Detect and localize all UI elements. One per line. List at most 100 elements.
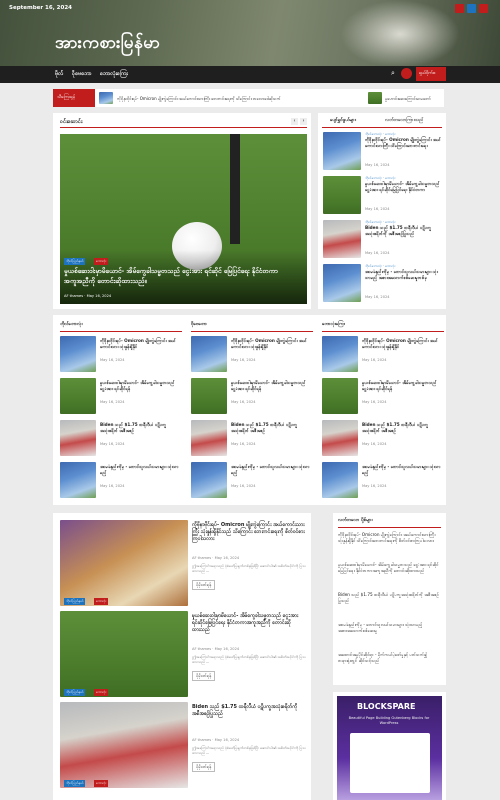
post-badge[interactable]: ဘိုလ်ပြည်နယ် <box>64 598 86 605</box>
post-date: May 16, 2024 <box>214 738 240 742</box>
youtube-icon[interactable] <box>479 4 488 13</box>
subscribe-button[interactable]: ရှယ်ဝိုက်စ <box>416 67 446 81</box>
column-item-date: May 16, 2024 <box>362 442 387 446</box>
recent-post-link[interactable]: Biden သည် $1.75 ထရီလီယံ ပဋိပက္ခအသုံးစရိတ… <box>338 592 441 603</box>
recent-post-link[interactable]: ကိုဗိုနာဗိုင်းရပ်- Omicron မျိုးကွဲကြောင… <box>338 532 441 543</box>
twitter-icon[interactable] <box>467 4 476 13</box>
site-title[interactable]: အားကစားမြန်မာ <box>55 32 160 57</box>
tab-recent[interactable]: လတ်တလောကြားသည် <box>385 118 423 124</box>
ad-brand[interactable]: BLOCKSPARE <box>357 702 416 711</box>
column-item-title[interactable]: အာမခံနည်းကိုမှ - တောင်သူလယ်သမားများ သုံး… <box>100 464 182 475</box>
post-badge[interactable]: ဘိုလ်ပြည်နယ် <box>64 689 86 696</box>
read-more-button[interactable]: ပိုမိုဖတ်ရန် <box>192 580 216 590</box>
column-item-image[interactable] <box>60 336 96 372</box>
search-icon[interactable]: ⌕ <box>391 69 399 77</box>
sidebar-item-image[interactable] <box>323 132 361 170</box>
column-item-title[interactable]: ကိုဗိုနာဗိုင်းရပ်- Omicron မျိုးကွဲကြောင… <box>100 338 182 349</box>
column-item-image[interactable] <box>322 462 358 498</box>
hero-slide-title[interactable]: မှုယစ်ဆေးဝါးမှာမိယောင်- အိမ်ကွေခါသမ္မတသည… <box>64 266 299 286</box>
read-more-button[interactable]: ပိုမိုဖတ်ရန် <box>192 671 216 681</box>
column-item-title[interactable]: မှုယစ်ဆေးဝါးမှာမိယောင်- အိမ်ကွေခါသမ္မတသည… <box>231 380 313 391</box>
column-item-image[interactable] <box>191 420 227 456</box>
sidebar-item-date: May 16, 2024 <box>365 163 390 167</box>
sidebar-item-image[interactable] <box>323 264 361 302</box>
post-snippet: ဤအကြောင်းအရာသည် ပုံစံဖော်ပြချက်တစ်ခုဖြစ်… <box>192 746 306 755</box>
post-title[interactable]: မှုယစ်ဆေးဝါးမှာမိယောင်- အိမ်ကွေခါသမ္မတသည… <box>192 613 306 634</box>
circle-icon[interactable] <box>401 68 412 79</box>
ticker-item-2[interactable]: မှုဟောင်းဆေးကြောင်းမာမတော် <box>385 96 443 102</box>
column-item-image[interactable] <box>191 462 227 498</box>
post-date: May 16, 2024 <box>214 647 240 651</box>
sidebar-item-title[interactable]: Biden သည် $1.75 ထရီလီယံ ပဋိပက္ခအသုံးစရိတ… <box>365 225 443 236</box>
tab-popular[interactable]: ပျော်ရွှင်ဖွယ်များ <box>330 118 356 124</box>
column-item-title[interactable]: Biden သည် $1.75 ထရီလီယံ ပဋိပက္ခအသုံးစရိတ… <box>231 422 313 433</box>
post-image[interactable] <box>60 611 188 697</box>
read-more-button[interactable]: ပိုမိုဖတ်ရန် <box>192 762 216 772</box>
post-meta: AF thames · May 16, 2024 <box>192 556 239 560</box>
prev-arrow-icon[interactable]: ‹ <box>291 118 298 125</box>
sidebar-item-image[interactable] <box>323 176 361 214</box>
recent-post-link[interactable]: အထောင်အမှုပိုင်ဆိုင်ရာ - မိုက်ကယ်ပဲ့ဖော်… <box>338 652 441 663</box>
recent-divider <box>338 527 441 528</box>
sidebar-item-title[interactable]: အာမခံနည်းကိုမှ - တောင်သူလယ်သမားများ သုံး… <box>365 269 443 280</box>
nav-item-volleyball[interactable]: ဝိုဗေဘော <box>72 70 92 78</box>
nav-item-home[interactable]: ဗိုလ် <box>55 70 63 78</box>
ad-tagline: Beautiful Page Building Gutenberg Blocks… <box>348 716 430 725</box>
ticker-thumb[interactable] <box>99 92 113 104</box>
column-item-image[interactable] <box>191 336 227 372</box>
post-badge[interactable]: ဘိုလ်ပြည်နယ် <box>64 780 86 787</box>
hero-meta: AF thames · May 16, 2024 <box>64 294 112 298</box>
ticker-item[interactable]: ကိုဗိုနာဗိုင်းရပ်- Omicron မျိုးကွဲကြောင… <box>117 96 362 102</box>
column-item-image[interactable] <box>60 462 96 498</box>
nav-item-football[interactable]: ဘောလုံးကြေး <box>100 70 128 78</box>
column-item-image[interactable] <box>322 336 358 372</box>
recent-post-link[interactable]: အာမခံနည်းကိုမှ - တောင်သူလယ်သမားများ သုံး… <box>338 622 441 633</box>
column-item-image[interactable] <box>191 378 227 414</box>
post-image[interactable] <box>60 702 188 788</box>
column-title: ဘိုလ်ဘောလုံး <box>60 322 83 327</box>
post-title[interactable]: ကိုဗိုနာဗိုင်းရပ်- Omicron မျိုးကွဲကြောင… <box>192 522 306 543</box>
ticker-label: သီကြေးရုန် <box>53 89 95 107</box>
column-item-date: May 16, 2024 <box>100 358 125 362</box>
column-item-title[interactable]: ကိုဗိုနာဗိုင်းရပ်- Omicron မျိုးကွဲကြောင… <box>231 338 313 349</box>
sidebar-item-image[interactable] <box>323 220 361 258</box>
column-item-date: May 16, 2024 <box>362 400 387 404</box>
sidebar-item-date: May 16, 2024 <box>365 251 390 255</box>
sidebar-item-date: May 16, 2024 <box>365 295 390 299</box>
sidebar-item-title[interactable]: မှုယစ်ဆေးဝါးမှာမိယောင်- အိမ်ကွေခါသမ္မတသည… <box>365 181 443 192</box>
post-badge[interactable]: ဘောလုံး <box>94 598 109 605</box>
post-snippet: ဤအကြောင်းအရာသည် ပုံစံဖော်ပြချက်တစ်ခုဖြစ်… <box>192 655 306 664</box>
column-item-image[interactable] <box>60 378 96 414</box>
column-item-title[interactable]: အာမခံနည်းကိုမှ - တောင်သူလယ်သမားများ သုံး… <box>231 464 313 475</box>
facebook-icon[interactable] <box>455 4 464 13</box>
hero-badge-1[interactable]: ဘိုလ်ပြည်နယ် <box>64 258 86 265</box>
recent-title: လတ်တလော ပို့စ်များ <box>338 518 373 523</box>
post-badge[interactable]: ဘောလုံး <box>94 780 109 787</box>
next-arrow-icon[interactable]: › <box>300 118 307 125</box>
post-author[interactable]: AF thames <box>192 556 211 560</box>
post-image[interactable] <box>60 520 188 606</box>
column-divider <box>191 331 313 332</box>
ticker-thumb-2[interactable] <box>368 92 382 104</box>
column-item-title[interactable]: မှုယစ်ဆေးဝါးမှာမိယောင်- အိမ်ကွေခါသမ္မတသည… <box>100 380 182 391</box>
post-author[interactable]: AF thames <box>192 738 211 742</box>
column-item-title[interactable]: Biden သည် $1.75 ထရီလီယံ ပဋိပက္ခအသုံးစရိတ… <box>362 422 444 433</box>
column-item-title[interactable]: မှုယစ်ဆေးဝါးမှာမိယောင်- အိမ်ကွေခါသမ္မတသည… <box>362 380 444 391</box>
post-snippet: ဤအကြောင်းအရာသည် ပုံစံဖော်ပြချက်တစ်ခုဖြစ်… <box>192 564 306 573</box>
post-title[interactable]: Biden သည် $1.75 ထရီလီယံ ပဋိပက္ခအသုံးစရိတ… <box>192 704 306 718</box>
sidebar-item-title[interactable]: ကိုဗိုနာဗိုင်းရပ်- Omicron မျိုးကွဲကြောင… <box>365 137 443 148</box>
column-item-image[interactable] <box>322 378 358 414</box>
column-item-date: May 16, 2024 <box>362 484 387 488</box>
column-item-title[interactable]: အာမခံနည်းကိုမှ - တောင်သူလယ်သမားများ သုံး… <box>362 464 444 475</box>
column-item-title[interactable]: ကိုဗိုနာဗိုင်းရပ်- Omicron မျိုးကွဲကြောင… <box>362 338 444 349</box>
hero-badge-2[interactable]: ဘောလုံး <box>94 258 109 265</box>
column-item-image[interactable] <box>60 420 96 456</box>
column-item-image[interactable] <box>322 420 358 456</box>
sidebar-item-date: May 16, 2024 <box>365 207 390 211</box>
recent-post-link[interactable]: မှုယစ်ဆေးဝါးမှာမိယောင်- အိမ်ကွေခါသမ္မတသည… <box>338 562 441 573</box>
column-item-title[interactable]: Biden သည် $1.75 ထရီလီယံ ပဋိပက္ခအသုံးစရိတ… <box>100 422 182 433</box>
post-author[interactable]: AF thames <box>192 647 211 651</box>
post-badge[interactable]: ဘောလုံး <box>94 689 109 696</box>
post-date: May 16, 2024 <box>214 556 240 560</box>
column-title: ဘောလုံးကြေး <box>322 322 345 327</box>
